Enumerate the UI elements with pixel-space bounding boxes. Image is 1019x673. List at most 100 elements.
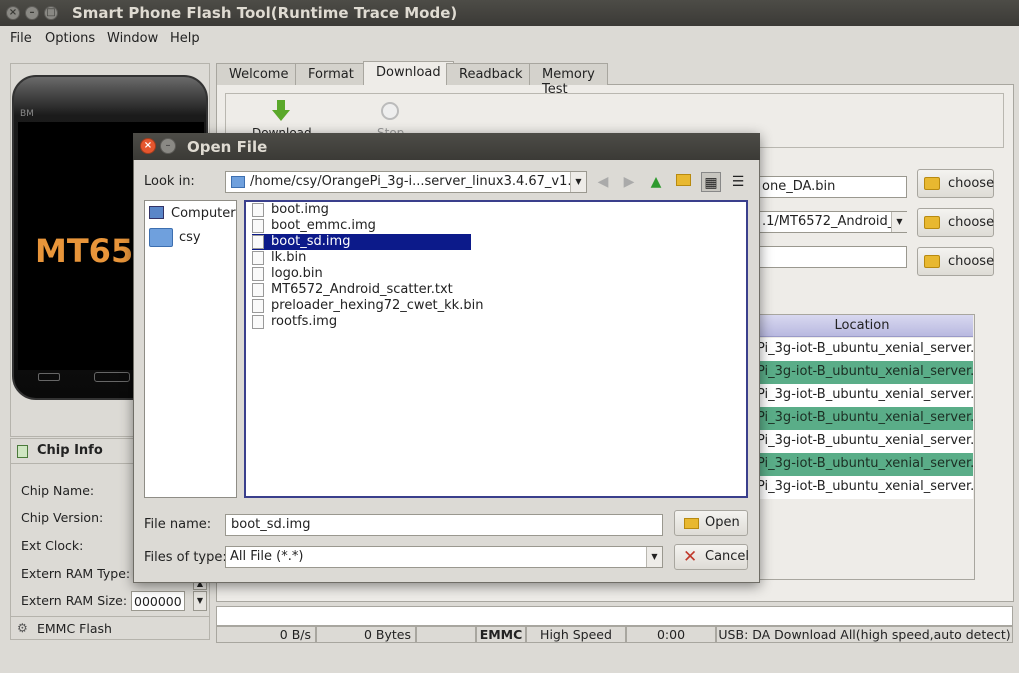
file-name: boot.img xyxy=(271,202,329,217)
choose-da-button[interactable]: choose xyxy=(917,169,994,198)
list-item[interactable]: MT6572_Android_scatter.txt xyxy=(252,282,453,298)
open-button[interactable]: Open xyxy=(674,510,748,536)
scatter-file-field[interactable]: .1/MT6572_Android_s xyxy=(757,211,907,233)
extern-ram-type-label: Extern RAM Type: xyxy=(21,566,131,581)
look-in-label: Look in: xyxy=(144,174,195,189)
chip-info-title: Chip Info xyxy=(37,443,103,458)
chip-version-label: Chip Version: xyxy=(21,510,104,525)
place-computer[interactable]: Computer xyxy=(171,206,236,221)
file-name: boot_emmc.img xyxy=(271,218,376,233)
list-item[interactable]: rootfs.img xyxy=(252,314,337,330)
back-icon[interactable]: ◀ xyxy=(593,172,613,192)
window-title: Smart Phone Flash Tool(Runtime Trace Mod… xyxy=(72,4,458,22)
place-csy[interactable]: csy xyxy=(179,230,201,245)
icon-view-icon[interactable]: ▦ xyxy=(701,172,721,192)
chevron-down-icon[interactable]: ▼ xyxy=(891,212,907,232)
phone-menu-key xyxy=(38,373,60,381)
extern-ram-size-label: Extern RAM Size: xyxy=(21,593,128,608)
file-icon xyxy=(252,267,264,281)
tab-readback[interactable]: Readback xyxy=(446,63,536,85)
extern-ram-size-field[interactable]: 000000 xyxy=(131,591,185,611)
list-item[interactable]: logo.bin xyxy=(252,266,323,282)
choose-label: choose xyxy=(948,176,995,191)
table-row[interactable]: Pi_3g-iot-B_ubuntu_xenial_server... xyxy=(751,407,973,430)
table-row[interactable]: Pi_3g-iot-B_ubuntu_xenial_server... xyxy=(751,453,973,476)
status-speed: 0 B/s xyxy=(216,626,316,643)
file-name-label: File name: xyxy=(144,517,212,532)
table-row[interactable]: Pi_3g-iot-B_ubuntu_xenial_server... xyxy=(751,476,973,499)
status-time: 0:00 xyxy=(626,626,716,643)
status-spacer xyxy=(416,626,476,643)
location-column-header[interactable]: Location xyxy=(751,315,973,337)
folder-icon xyxy=(924,177,940,190)
file-type-label: Files of type: xyxy=(144,550,227,565)
file-icon xyxy=(252,235,264,249)
file-type-combo[interactable]: All File (*.*) xyxy=(225,546,663,568)
file-name: logo.bin xyxy=(271,266,323,281)
list-item[interactable]: boot.img xyxy=(252,202,329,218)
chevron-down-icon[interactable]: ▼ xyxy=(570,172,586,192)
close-window-button[interactable]: × xyxy=(6,6,20,20)
auth-file-field[interactable] xyxy=(757,246,907,268)
choose-auth-button[interactable]: choose xyxy=(917,247,994,276)
list-item[interactable]: preloader_hexing72_cwet_kk.bin xyxy=(252,298,483,314)
download-agent-field[interactable]: one_DA.bin xyxy=(757,176,907,198)
dialog-title: Open File xyxy=(187,138,268,156)
menu-window[interactable]: Window xyxy=(107,31,158,46)
tab-format[interactable]: Format xyxy=(295,63,367,85)
list-item[interactable]: boot_emmc.img xyxy=(252,218,376,234)
download-arrow-icon[interactable] xyxy=(272,100,290,122)
folder-icon xyxy=(924,216,940,229)
computer-icon xyxy=(149,206,164,219)
gear-icon: ⚙ xyxy=(17,621,28,635)
file-name: rootfs.img xyxy=(271,314,338,329)
forward-icon[interactable]: ▶ xyxy=(619,172,639,192)
minimize-icon[interactable]: – xyxy=(160,138,176,154)
maximize-window-button[interactable]: □ xyxy=(44,6,58,20)
status-mode: High Speed xyxy=(526,626,626,643)
file-name: MT6572_Android_scatter.txt xyxy=(271,282,453,297)
tab-download[interactable]: Download xyxy=(363,61,454,85)
choose-scatter-button[interactable]: choose xyxy=(917,208,994,237)
list-item[interactable]: lk.bin xyxy=(252,250,306,266)
stop-icon[interactable] xyxy=(381,102,399,120)
detail-view-icon[interactable]: ☰ xyxy=(728,172,748,192)
open-folder-icon xyxy=(684,518,699,529)
file-icon xyxy=(252,251,264,265)
title-bar: × – □ Smart Phone Flash Tool(Runtime Tra… xyxy=(0,0,1019,26)
cancel-button[interactable]: ✕ Cancel xyxy=(674,544,750,570)
status-storage: EMMC xyxy=(476,626,526,643)
cancel-x-icon: ✕ xyxy=(683,547,698,567)
folder-icon xyxy=(924,255,940,268)
menu-file[interactable]: File xyxy=(10,31,32,46)
storage-tab-label: EMMC Flash xyxy=(37,621,112,636)
table-row[interactable]: Pi_3g-iot-B_ubuntu_xenial_server... xyxy=(751,430,973,453)
home-folder-icon xyxy=(149,228,173,247)
look-in-combo[interactable]: /home/csy/OrangePi_3g-i...server_linux3.… xyxy=(225,171,587,193)
file-icon xyxy=(252,219,264,233)
chevron-down-icon[interactable]: ▼ xyxy=(193,591,207,611)
choose-label: choose xyxy=(948,215,995,230)
menu-options[interactable]: Options xyxy=(45,31,95,46)
file-icon xyxy=(252,315,264,329)
look-in-value: /home/csy/OrangePi_3g-i...server_linux3.… xyxy=(250,174,580,189)
tab-welcome[interactable]: Welcome xyxy=(216,63,302,85)
file-icon xyxy=(252,283,264,297)
chevron-down-icon[interactable]: ▼ xyxy=(646,547,662,567)
table-row[interactable]: Pi_3g-iot-B_ubuntu_xenial_server... xyxy=(751,384,973,407)
cancel-label: Cancel xyxy=(705,549,750,564)
table-row[interactable]: Pi_3g-iot-B_ubuntu_xenial_server... xyxy=(751,338,973,361)
progress-bar xyxy=(216,606,1013,626)
tab-memory-test[interactable]: Memory Test xyxy=(529,63,608,97)
phone-model-text: MT65 xyxy=(35,232,134,270)
minimize-window-button[interactable]: – xyxy=(25,6,39,20)
storage-tab[interactable]: ⚙ EMMC Flash xyxy=(10,616,210,640)
menu-help[interactable]: Help xyxy=(170,31,200,46)
choose-label: choose xyxy=(948,254,995,269)
new-folder-icon[interactable] xyxy=(673,172,693,192)
up-arrow-icon[interactable]: ▲ xyxy=(646,172,666,192)
close-icon[interactable]: × xyxy=(140,138,156,154)
list-item-selected[interactable]: boot_sd.img xyxy=(252,234,471,250)
table-row[interactable]: Pi_3g-iot-B_ubuntu_xenial_server... xyxy=(751,361,973,384)
file-name-field[interactable]: boot_sd.img xyxy=(225,514,663,536)
